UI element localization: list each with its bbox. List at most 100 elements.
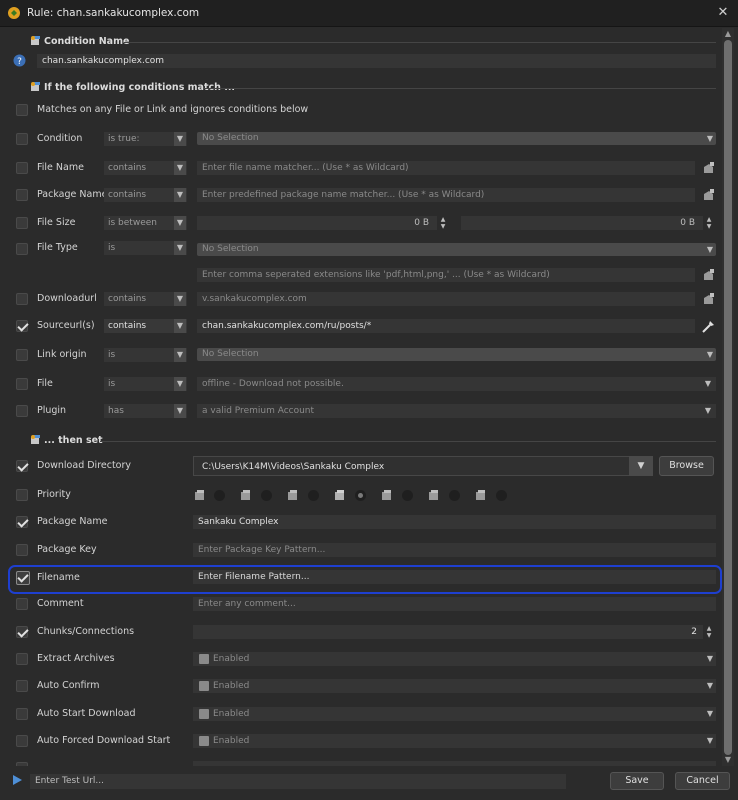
spinner-icon[interactable]: ▲ ▼	[703, 216, 715, 230]
file-size-operator-select[interactable]: is between ▼	[104, 216, 187, 230]
file-name-checkbox[interactable]	[16, 162, 28, 174]
comment-input[interactable]: Enter any comment...	[193, 597, 716, 611]
link-origin-operator-select[interactable]: is ▼	[104, 348, 187, 362]
file-size-max-input[interactable]: 0 B	[461, 216, 703, 230]
comment-checkbox[interactable]	[16, 598, 28, 610]
condition-name-input[interactable]: chan.sankakucomplex.com	[37, 54, 716, 68]
help-icon[interactable]: ?	[13, 54, 26, 67]
sourceurls-operator-select[interactable]: contains ▼	[104, 319, 187, 333]
scroll-thumb[interactable]	[724, 40, 732, 755]
operator-value: is	[108, 350, 116, 360]
cancel-button[interactable]: Cancel	[675, 772, 730, 790]
file-value-select[interactable]: offline - Download not possible. ▼	[197, 377, 716, 391]
scroll-up-icon[interactable]: ▲	[723, 29, 733, 39]
priority-radio[interactable]	[496, 490, 507, 501]
downloadurl-operator-select[interactable]: contains ▼	[104, 292, 187, 306]
package-name-operator-select[interactable]: contains ▼	[104, 188, 187, 202]
file-size-checkbox[interactable]	[16, 217, 28, 229]
play-icon[interactable]	[11, 774, 23, 786]
save-button[interactable]: Save	[610, 772, 664, 790]
link-origin-checkbox[interactable]	[16, 349, 28, 361]
plugin-checkbox[interactable]	[16, 405, 28, 417]
file-size-min-input[interactable]: 0 B	[197, 216, 437, 230]
extract-archives-checkbox[interactable]	[16, 653, 28, 665]
package-key-label: Package Key	[37, 544, 97, 555]
matches-any-checkbox[interactable]	[16, 104, 28, 116]
select-value: No Selection	[202, 133, 259, 143]
auto-confirm-select[interactable]: Enabled ▼	[193, 679, 716, 693]
pick-icon[interactable]	[701, 319, 716, 334]
condition-operator-select[interactable]: is true: ▼	[104, 132, 187, 146]
file-name-input[interactable]: Enter file name matcher... (Use * as Wil…	[197, 161, 695, 175]
auto-confirm-checkbox[interactable]	[16, 680, 28, 692]
dropdown-arrow-icon: ▼	[174, 292, 186, 306]
dropdown-arrow-icon: ▼	[174, 241, 186, 255]
priority-radio[interactable]	[261, 490, 272, 501]
dropdown-arrow-icon: ▼	[704, 379, 712, 388]
package-key-input[interactable]: Enter Package Key Pattern...	[193, 543, 716, 557]
plugin-value-select[interactable]: a valid Premium Account ▼	[197, 404, 716, 418]
file-type-extensions-input[interactable]: Enter comma seperated extensions like 'p…	[197, 268, 695, 282]
file-operator-select[interactable]: is ▼	[104, 377, 187, 391]
pick-icon[interactable]	[701, 161, 716, 176]
auto-start-select[interactable]: Enabled ▼	[193, 707, 716, 721]
download-directory-input[interactable]: C:\Users\K14M\Videos\Sankaku Complex	[193, 456, 653, 476]
download-directory-checkbox[interactable]	[16, 460, 28, 472]
operator-value: is true:	[108, 134, 140, 144]
priority-checkbox[interactable]	[16, 489, 28, 501]
close-icon[interactable]: ✕	[712, 3, 734, 23]
file-type-label: File Type	[37, 242, 78, 253]
pick-icon[interactable]	[701, 268, 716, 283]
checkbox-icon	[199, 681, 209, 691]
highlight-filename-row	[8, 565, 722, 594]
auto-forced-select[interactable]: Enabled ▼	[193, 734, 716, 748]
dropdown-arrow-icon: ▼	[174, 188, 186, 202]
test-url-input[interactable]: Enter Test Url...	[30, 774, 566, 789]
bottom-bar: Enter Test Url... Save Cancel	[0, 766, 738, 800]
scroll-down-icon[interactable]: ▼	[723, 755, 733, 765]
priority-label: Priority	[37, 489, 71, 500]
sourceurls-input[interactable]: chan.sankakucomplex.com/ru/posts/*	[197, 319, 695, 333]
condition-checkbox[interactable]	[16, 133, 28, 145]
chunks-checkbox[interactable]	[16, 626, 28, 638]
plugin-operator-select[interactable]: has ▼	[104, 404, 187, 418]
downloadurl-input[interactable]: v.sankakucomplex.com	[197, 292, 695, 306]
vertical-scrollbar[interactable]: ▲ ▼	[722, 28, 734, 766]
auto-forced-label: Auto Forced Download Start	[37, 735, 171, 746]
pick-icon[interactable]	[701, 188, 716, 203]
action-package-name-checkbox[interactable]	[16, 516, 28, 528]
downloadurl-label: Downloadurl	[37, 293, 97, 304]
browse-button[interactable]: Browse	[659, 456, 714, 476]
downloadurl-checkbox[interactable]	[16, 293, 28, 305]
auto-start-checkbox[interactable]	[16, 708, 28, 720]
priority-radio-selected[interactable]	[355, 490, 366, 501]
sourceurls-checkbox[interactable]	[16, 320, 28, 332]
condition-value-select[interactable]: No Selection ▼	[197, 132, 716, 145]
spinner-icon[interactable]: ▲ ▼	[437, 216, 449, 230]
file-type-checkbox[interactable]	[16, 243, 28, 255]
auto-forced-checkbox[interactable]	[16, 735, 28, 747]
package-name-input[interactable]: Enter predefined package name matcher...…	[197, 188, 695, 202]
package-name-label: Package Name	[37, 189, 108, 200]
select-value: Enabled	[213, 654, 250, 664]
priority-icon	[382, 490, 391, 500]
file-type-value-select[interactable]: No Selection ▼	[197, 243, 716, 256]
priority-radio[interactable]	[402, 490, 413, 501]
file-name-operator-select[interactable]: contains ▼	[104, 161, 187, 175]
spinner-icon[interactable]: ▲ ▼	[703, 625, 715, 639]
chunks-input[interactable]: 2	[193, 625, 703, 639]
file-type-operator-select[interactable]: is ▼	[104, 241, 187, 255]
link-origin-value-select[interactable]: No Selection ▼	[197, 348, 716, 361]
rules-icon	[31, 435, 40, 444]
package-key-checkbox[interactable]	[16, 544, 28, 556]
file-checkbox[interactable]	[16, 378, 28, 390]
package-name-checkbox[interactable]	[16, 189, 28, 201]
pick-icon[interactable]	[701, 292, 716, 307]
extract-archives-select[interactable]: Enabled ▼	[193, 652, 716, 666]
priority-radio[interactable]	[308, 490, 319, 501]
priority-radio[interactable]	[214, 490, 225, 501]
priority-radio[interactable]	[449, 490, 460, 501]
action-package-name-input[interactable]: Sankaku Complex	[193, 515, 716, 529]
dropdown-arrow-icon[interactable]: ▼	[629, 456, 653, 476]
operator-value: has	[108, 406, 124, 416]
